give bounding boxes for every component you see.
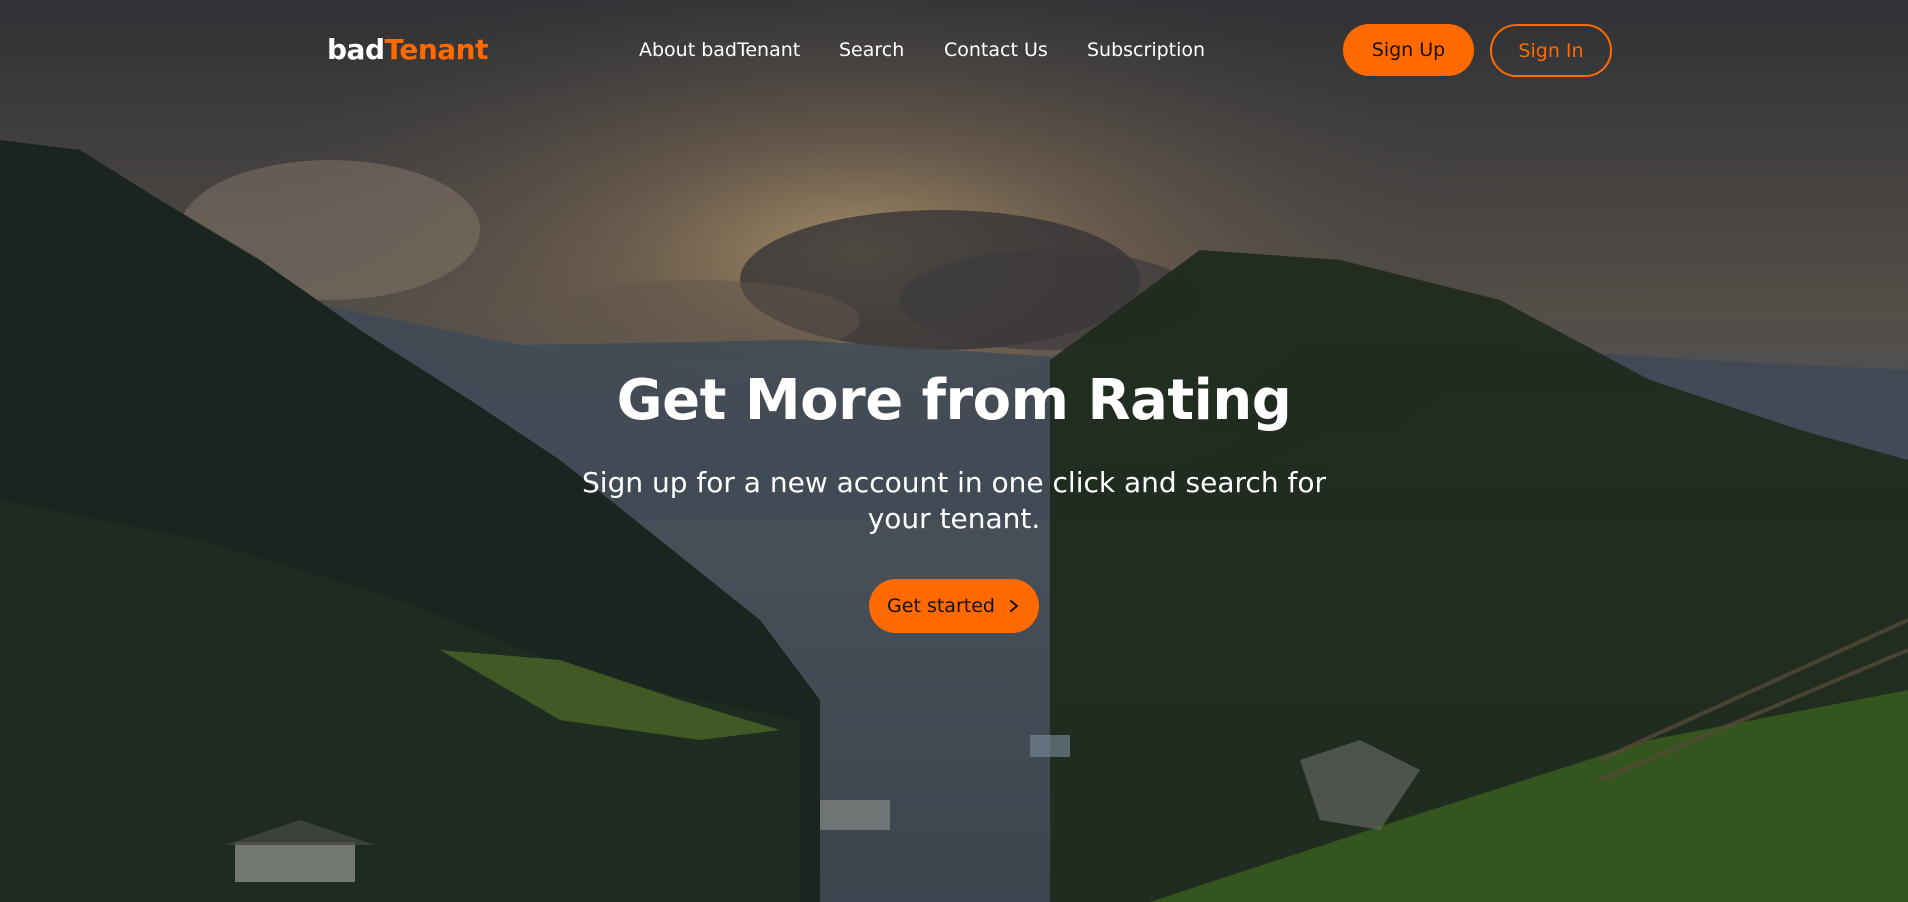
nav-item-subscription[interactable]: Subscription [1087,38,1205,62]
logo-text-bad: bad [327,33,385,66]
top-navbar: badTenant About badTenant Search Contact… [0,0,1908,100]
background-dim-overlay [0,0,1908,902]
nav-item-contact[interactable]: Contact Us [944,38,1048,62]
get-started-button[interactable]: Get started [869,579,1039,633]
chevron-right-icon [1009,600,1018,612]
nav-item-about[interactable]: About badTenant [639,38,800,62]
nav-item-search[interactable]: Search [839,38,904,62]
sign-up-button[interactable]: Sign Up [1343,24,1474,76]
brand-logo[interactable]: badTenant [327,30,489,70]
logo-text-tenant: Tenant [384,33,489,66]
hero-headline: Get More from Rating [616,368,1292,433]
get-started-label: Get started [887,595,995,617]
sign-in-button[interactable]: Sign In [1490,24,1612,77]
hero-section: badTenant About badTenant Search Contact… [0,0,1908,902]
hero-subheadline: Sign up for a new account in one click a… [582,466,1326,535]
